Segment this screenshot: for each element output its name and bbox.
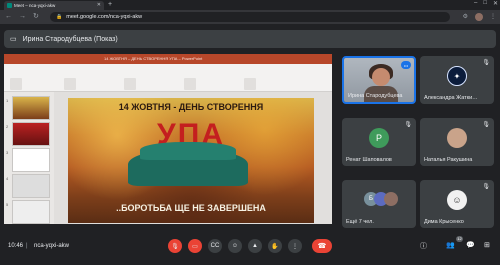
- cap-top-image: [140, 142, 236, 160]
- avatar-initial: Р: [375, 133, 382, 143]
- emoji-icon: ☺: [231, 243, 239, 249]
- slide-thumbnail: [12, 122, 50, 146]
- participant-tile[interactable]: 🎙 ✦ Александра Жатки…: [420, 56, 494, 104]
- camera-off-icon: ▭: [192, 243, 198, 250]
- back-icon[interactable]: ←: [5, 12, 12, 22]
- mic-off-icon: 🎙: [171, 243, 179, 250]
- thumb-number: 1: [6, 98, 9, 103]
- ribbon-editing-icon: [244, 78, 256, 90]
- avatar: [384, 192, 398, 206]
- participant-name: Александра Жатки…: [424, 95, 478, 101]
- meeting-code: nca-yqxi-akw: [34, 243, 70, 249]
- participant-name: Ренат Шаповалов: [346, 157, 392, 163]
- mic-off-icon: 🎙: [404, 122, 412, 128]
- participant-name: Ирина Стародубцева: [348, 93, 403, 99]
- mic-off-icon: 🎙: [482, 184, 490, 190]
- slide-thumbnail: [12, 200, 50, 224]
- clock: 10:46: [8, 243, 24, 249]
- close-tab-icon[interactable]: ✕: [97, 2, 101, 8]
- profile-avatar[interactable]: [475, 13, 483, 21]
- browser-tab[interactable]: Meet – nca-yqxi-akw ✕: [4, 1, 104, 10]
- close-window-icon[interactable]: ✕: [493, 0, 498, 7]
- present-icon: ▲: [252, 243, 258, 249]
- slide-thumbnail: [12, 96, 50, 120]
- thumb-number: 5: [6, 202, 9, 207]
- reload-icon[interactable]: ↻: [33, 12, 39, 22]
- separator: |: [26, 243, 28, 249]
- captions-icon: CC: [210, 243, 220, 249]
- more-participants-label: Ещё 7 чел.: [346, 219, 374, 225]
- url-text: meet.google.com/nca-yqxi-akw: [66, 14, 143, 20]
- thumb-number: 2: [6, 124, 9, 129]
- forward-icon[interactable]: →: [19, 12, 26, 22]
- slide-thumbnail: [12, 148, 50, 172]
- ribbon-paste-icon: [10, 78, 22, 90]
- speaking-badge: •••: [401, 61, 411, 69]
- avatar: Р: [369, 128, 389, 148]
- present-button[interactable]: ▲: [248, 239, 262, 253]
- participant-tile[interactable]: ••• Ирина Стародубцева: [342, 56, 416, 104]
- ribbon-paragraph-icon: [124, 78, 136, 90]
- cartoon-face-icon: ☺: [452, 195, 462, 205]
- present-screen-icon: ▭: [10, 36, 17, 43]
- camera-toggle-button[interactable]: ▭: [188, 239, 202, 253]
- bird-icon: ✦: [453, 71, 461, 81]
- slide-subtitle: ..БОРОТЬБА ЩЕ НЕ ЗАВЕРШЕНА: [116, 203, 266, 213]
- avatar-initial: Б: [369, 196, 373, 202]
- thumb-number: 3: [6, 150, 9, 155]
- tab-title: Meet – nca-yqxi-akw: [14, 3, 56, 8]
- more-icon: ⋮: [292, 243, 298, 250]
- participant-face: [372, 68, 390, 86]
- participant-count: 12: [456, 236, 463, 242]
- new-tab-button[interactable]: +: [108, 1, 112, 9]
- minimize-icon[interactable]: –: [474, 0, 477, 7]
- extensions-icon[interactable]: ⚙: [463, 12, 468, 22]
- ribbon-drawing-icon: [184, 78, 196, 90]
- participant-name: Наталья Ракушина: [424, 157, 473, 163]
- lock-icon: 🔒: [56, 14, 63, 20]
- toolbar-right: ⚙ ⋮: [463, 12, 496, 22]
- meet-favicon-icon: [7, 3, 12, 8]
- ppt-titlebar: 14 ЖОВТНЯ – ДЕНЬ СТВОРЕННЯ УПА – PowerPo…: [4, 54, 332, 64]
- menu-icon[interactable]: ⋮: [490, 12, 496, 22]
- slide-heading: 14 ЖОВТНЯ - ДЕНЬ СТВОРЕННЯ: [118, 102, 264, 112]
- more-options-button[interactable]: ⋮: [288, 239, 302, 253]
- thumb-number: 4: [6, 176, 9, 181]
- reactions-button[interactable]: ☺: [228, 239, 242, 253]
- chat-icon[interactable]: 💬: [466, 241, 475, 249]
- current-slide: 14 ЖОВТНЯ - ДЕНЬ СТВОРЕННЯ УПА ..БОРОТЬБ…: [68, 98, 314, 223]
- activities-icon[interactable]: ⊞: [484, 241, 490, 249]
- raise-hand-button[interactable]: ✋: [268, 239, 282, 253]
- window-controls: – □ ✕: [474, 0, 498, 7]
- mic-off-icon: 🎙: [482, 60, 490, 66]
- hand-icon: ✋: [271, 243, 279, 250]
- participant-tile[interactable]: 🎙 Наталья Ракушина: [420, 118, 494, 166]
- address-bar[interactable]: 🔒 meet.google.com/nca-yqxi-akw: [50, 12, 450, 22]
- shared-screen: 14 ЖОВТНЯ – ДЕНЬ СТВОРЕННЯ УПА – PowerPo…: [4, 54, 332, 224]
- end-call-icon: ☎: [317, 243, 327, 250]
- slide-thumbnail: [12, 174, 50, 198]
- captions-button[interactable]: CC: [208, 239, 222, 253]
- participant-tile[interactable]: 🎙 Р Ренат Шаповалов: [342, 118, 416, 166]
- mic-off-icon: 🎙: [482, 122, 490, 128]
- leave-call-button[interactable]: ☎: [312, 239, 332, 253]
- presenting-bar: ▭ Ирина Стародубцева (Показ): [4, 30, 496, 48]
- people-icon[interactable]: 👥: [446, 241, 455, 249]
- info-icon[interactable]: ⓘ: [420, 241, 427, 251]
- maximize-icon[interactable]: □: [483, 0, 487, 7]
- slide-thumbnails: 1 2 3 4 5: [4, 92, 54, 224]
- participant-tile[interactable]: 🎙 ☺ Дима Крысенко: [420, 180, 494, 228]
- participant-name: Дима Крысенко: [424, 219, 464, 225]
- presenter-label: Ирина Стародубцева (Показ): [22, 35, 118, 43]
- participant-tile[interactable]: Б Ещё 7 чел.: [342, 180, 416, 228]
- ribbon-font-icon: [64, 78, 76, 90]
- avatar: ☺: [447, 190, 467, 210]
- ppt-title: 14 ЖОВТНЯ – ДЕНЬ СТВОРЕННЯ УПА – PowerPo…: [104, 56, 203, 61]
- avatar: [447, 128, 467, 148]
- mic-toggle-button[interactable]: 🎙: [168, 239, 182, 253]
- ppt-ribbon: [4, 64, 332, 92]
- avatar: ✦: [447, 66, 467, 86]
